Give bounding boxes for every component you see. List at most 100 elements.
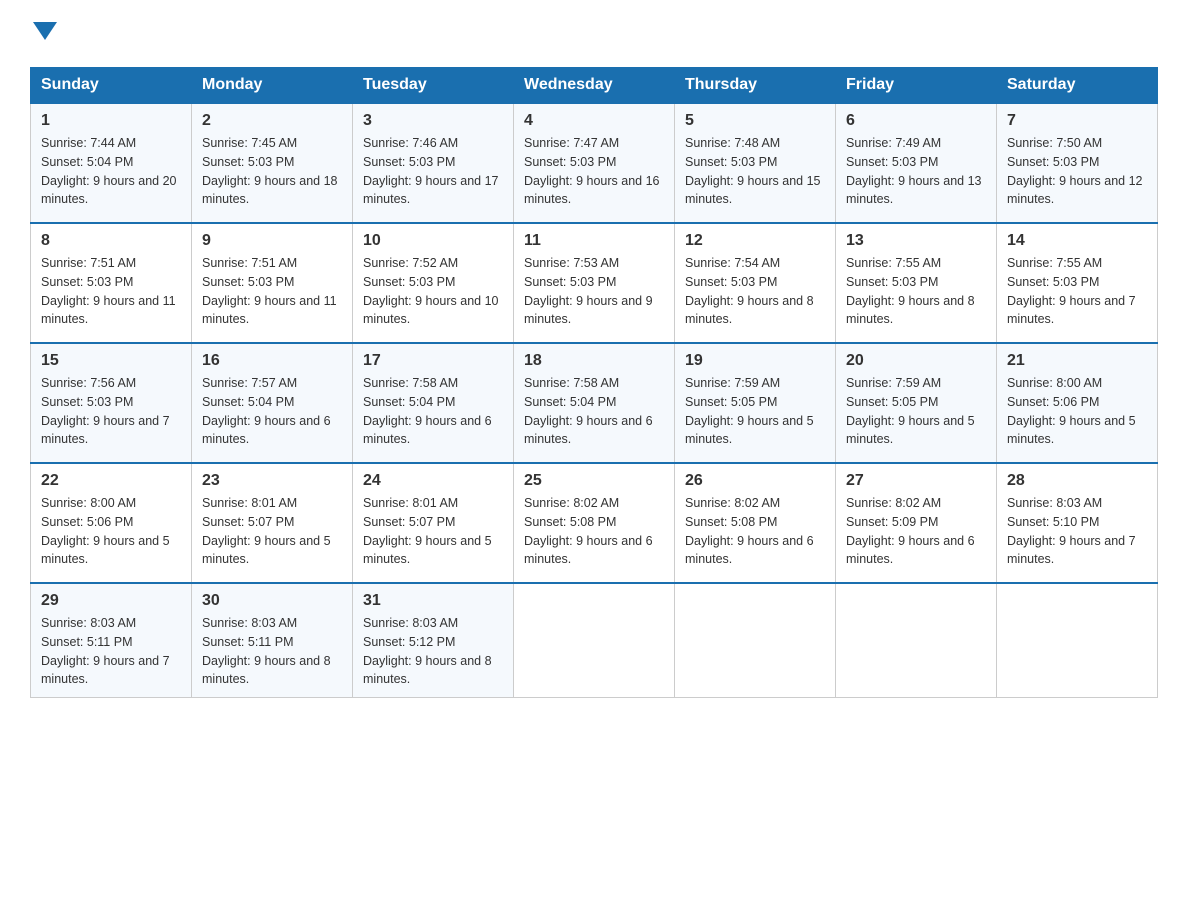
day-number: 21 [1007,352,1147,370]
page-header [30,20,1158,47]
calendar-cell: 4 Sunrise: 7:47 AM Sunset: 5:03 PM Dayli… [514,103,675,223]
day-info: Sunrise: 7:51 AM Sunset: 5:03 PM Dayligh… [202,254,342,329]
day-info: Sunrise: 7:55 AM Sunset: 5:03 PM Dayligh… [846,254,986,329]
weekday-header-friday: Friday [836,68,997,104]
day-info: Sunrise: 7:49 AM Sunset: 5:03 PM Dayligh… [846,134,986,209]
calendar-cell: 14 Sunrise: 7:55 AM Sunset: 5:03 PM Dayl… [997,223,1158,343]
calendar-cell: 30 Sunrise: 8:03 AM Sunset: 5:11 PM Dayl… [192,583,353,698]
calendar-cell: 16 Sunrise: 7:57 AM Sunset: 5:04 PM Dayl… [192,343,353,463]
calendar-cell: 5 Sunrise: 7:48 AM Sunset: 5:03 PM Dayli… [675,103,836,223]
calendar-cell: 2 Sunrise: 7:45 AM Sunset: 5:03 PM Dayli… [192,103,353,223]
weekday-header-row: SundayMondayTuesdayWednesdayThursdayFrid… [31,68,1158,104]
day-number: 11 [524,232,664,250]
day-info: Sunrise: 8:00 AM Sunset: 5:06 PM Dayligh… [41,494,181,569]
weekday-header-sunday: Sunday [31,68,192,104]
calendar-cell: 31 Sunrise: 8:03 AM Sunset: 5:12 PM Dayl… [353,583,514,698]
day-info: Sunrise: 7:57 AM Sunset: 5:04 PM Dayligh… [202,374,342,449]
weekday-header-thursday: Thursday [675,68,836,104]
calendar-week-row: 22 Sunrise: 8:00 AM Sunset: 5:06 PM Dayl… [31,463,1158,583]
calendar-cell: 28 Sunrise: 8:03 AM Sunset: 5:10 PM Dayl… [997,463,1158,583]
day-number: 3 [363,112,503,130]
day-number: 29 [41,592,181,610]
day-number: 26 [685,472,825,490]
day-info: Sunrise: 7:59 AM Sunset: 5:05 PM Dayligh… [846,374,986,449]
calendar-cell: 7 Sunrise: 7:50 AM Sunset: 5:03 PM Dayli… [997,103,1158,223]
day-info: Sunrise: 7:58 AM Sunset: 5:04 PM Dayligh… [524,374,664,449]
calendar-cell [675,583,836,698]
day-number: 14 [1007,232,1147,250]
day-info: Sunrise: 7:51 AM Sunset: 5:03 PM Dayligh… [41,254,181,329]
day-info: Sunrise: 7:54 AM Sunset: 5:03 PM Dayligh… [685,254,825,329]
logo [30,20,57,47]
calendar-cell [997,583,1158,698]
day-info: Sunrise: 7:53 AM Sunset: 5:03 PM Dayligh… [524,254,664,329]
day-info: Sunrise: 8:02 AM Sunset: 5:08 PM Dayligh… [685,494,825,569]
logo-arrow-icon [33,22,57,42]
day-info: Sunrise: 7:56 AM Sunset: 5:03 PM Dayligh… [41,374,181,449]
calendar-week-row: 1 Sunrise: 7:44 AM Sunset: 5:04 PM Dayli… [31,103,1158,223]
day-number: 23 [202,472,342,490]
calendar-cell: 19 Sunrise: 7:59 AM Sunset: 5:05 PM Dayl… [675,343,836,463]
day-info: Sunrise: 7:48 AM Sunset: 5:03 PM Dayligh… [685,134,825,209]
day-info: Sunrise: 7:46 AM Sunset: 5:03 PM Dayligh… [363,134,503,209]
calendar-cell: 21 Sunrise: 8:00 AM Sunset: 5:06 PM Dayl… [997,343,1158,463]
day-number: 2 [202,112,342,130]
day-number: 6 [846,112,986,130]
calendar-cell [836,583,997,698]
calendar-header: SundayMondayTuesdayWednesdayThursdayFrid… [31,68,1158,104]
day-info: Sunrise: 7:59 AM Sunset: 5:05 PM Dayligh… [685,374,825,449]
calendar-cell: 20 Sunrise: 7:59 AM Sunset: 5:05 PM Dayl… [836,343,997,463]
day-number: 25 [524,472,664,490]
day-info: Sunrise: 8:01 AM Sunset: 5:07 PM Dayligh… [202,494,342,569]
calendar-cell: 12 Sunrise: 7:54 AM Sunset: 5:03 PM Dayl… [675,223,836,343]
day-info: Sunrise: 8:01 AM Sunset: 5:07 PM Dayligh… [363,494,503,569]
calendar-cell: 3 Sunrise: 7:46 AM Sunset: 5:03 PM Dayli… [353,103,514,223]
day-number: 5 [685,112,825,130]
day-number: 7 [1007,112,1147,130]
day-info: Sunrise: 8:03 AM Sunset: 5:11 PM Dayligh… [202,614,342,689]
calendar-cell: 27 Sunrise: 8:02 AM Sunset: 5:09 PM Dayl… [836,463,997,583]
calendar-table: SundayMondayTuesdayWednesdayThursdayFrid… [30,67,1158,698]
calendar-cell: 15 Sunrise: 7:56 AM Sunset: 5:03 PM Dayl… [31,343,192,463]
day-info: Sunrise: 8:02 AM Sunset: 5:08 PM Dayligh… [524,494,664,569]
calendar-cell: 9 Sunrise: 7:51 AM Sunset: 5:03 PM Dayli… [192,223,353,343]
day-info: Sunrise: 8:03 AM Sunset: 5:11 PM Dayligh… [41,614,181,689]
day-number: 10 [363,232,503,250]
day-info: Sunrise: 7:55 AM Sunset: 5:03 PM Dayligh… [1007,254,1147,329]
day-info: Sunrise: 7:58 AM Sunset: 5:04 PM Dayligh… [363,374,503,449]
day-info: Sunrise: 7:44 AM Sunset: 5:04 PM Dayligh… [41,134,181,209]
weekday-header-wednesday: Wednesday [514,68,675,104]
calendar-cell: 8 Sunrise: 7:51 AM Sunset: 5:03 PM Dayli… [31,223,192,343]
day-number: 22 [41,472,181,490]
day-number: 13 [846,232,986,250]
day-number: 4 [524,112,664,130]
day-number: 31 [363,592,503,610]
calendar-cell: 25 Sunrise: 8:02 AM Sunset: 5:08 PM Dayl… [514,463,675,583]
day-number: 16 [202,352,342,370]
day-number: 18 [524,352,664,370]
calendar-body: 1 Sunrise: 7:44 AM Sunset: 5:04 PM Dayli… [31,103,1158,698]
calendar-cell: 23 Sunrise: 8:01 AM Sunset: 5:07 PM Dayl… [192,463,353,583]
day-number: 24 [363,472,503,490]
day-number: 9 [202,232,342,250]
calendar-cell: 1 Sunrise: 7:44 AM Sunset: 5:04 PM Dayli… [31,103,192,223]
weekday-header-tuesday: Tuesday [353,68,514,104]
day-number: 15 [41,352,181,370]
calendar-cell: 6 Sunrise: 7:49 AM Sunset: 5:03 PM Dayli… [836,103,997,223]
calendar-week-row: 8 Sunrise: 7:51 AM Sunset: 5:03 PM Dayli… [31,223,1158,343]
day-number: 20 [846,352,986,370]
day-number: 19 [685,352,825,370]
day-info: Sunrise: 8:03 AM Sunset: 5:10 PM Dayligh… [1007,494,1147,569]
calendar-cell: 10 Sunrise: 7:52 AM Sunset: 5:03 PM Dayl… [353,223,514,343]
day-number: 8 [41,232,181,250]
calendar-cell: 11 Sunrise: 7:53 AM Sunset: 5:03 PM Dayl… [514,223,675,343]
day-number: 1 [41,112,181,130]
day-info: Sunrise: 7:47 AM Sunset: 5:03 PM Dayligh… [524,134,664,209]
weekday-header-saturday: Saturday [997,68,1158,104]
day-number: 28 [1007,472,1147,490]
calendar-cell: 22 Sunrise: 8:00 AM Sunset: 5:06 PM Dayl… [31,463,192,583]
day-number: 27 [846,472,986,490]
day-info: Sunrise: 8:02 AM Sunset: 5:09 PM Dayligh… [846,494,986,569]
day-info: Sunrise: 7:50 AM Sunset: 5:03 PM Dayligh… [1007,134,1147,209]
day-info: Sunrise: 7:45 AM Sunset: 5:03 PM Dayligh… [202,134,342,209]
